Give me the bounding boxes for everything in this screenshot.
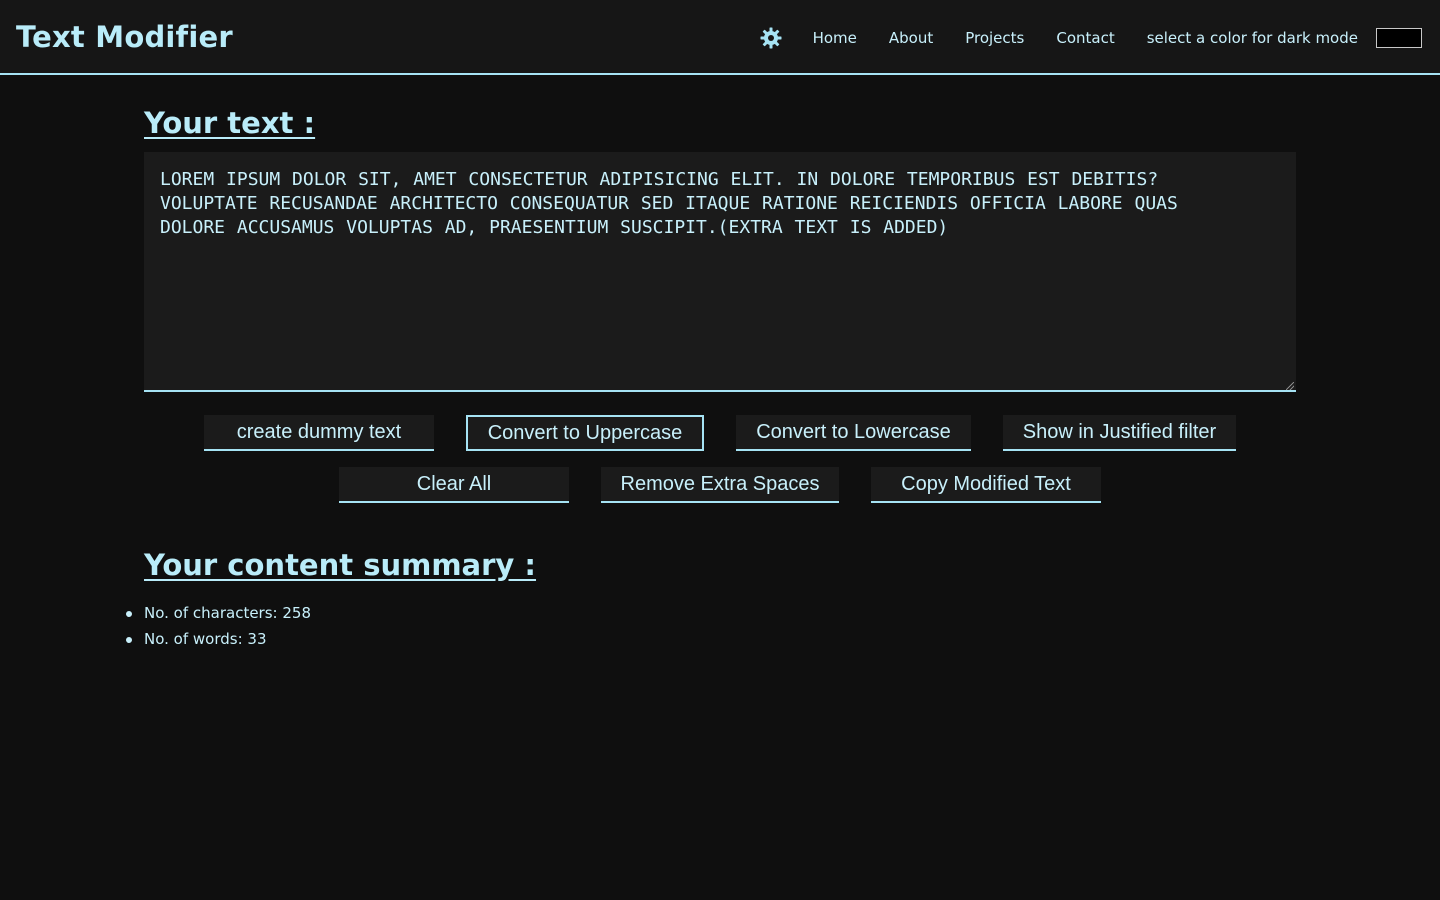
summary-title: Your content summary :: [144, 548, 537, 582]
action-buttons-row-2: Clear All Remove Extra Spaces Copy Modif…: [0, 467, 1440, 503]
nav-link-home[interactable]: Home: [813, 29, 857, 47]
navbar: Text Modifier Home About Projects Contac…: [0, 0, 1440, 75]
nav-menu: Home About Projects Contact select a col…: [759, 24, 1422, 52]
text-input-area[interactable]: LOREM IPSUM DOLOR SIT, AMET CONSECTETUR …: [144, 152, 1296, 392]
character-count: No. of characters: 258: [126, 600, 311, 626]
convert-lowercase-button[interactable]: Convert to Lowercase: [736, 415, 971, 451]
nav-link-projects[interactable]: Projects: [965, 29, 1024, 47]
dark-mode-label: select a color for dark mode: [1146, 29, 1358, 47]
summary-list: No. of characters: 258 No. of words: 33: [126, 600, 311, 652]
word-count: No. of words: 33: [126, 626, 311, 652]
clear-all-button[interactable]: Clear All: [339, 467, 569, 503]
dark-mode-color-picker[interactable]: [1376, 28, 1422, 48]
nav-link-about[interactable]: About: [889, 29, 933, 47]
brand-title[interactable]: Text Modifier: [16, 20, 233, 54]
copy-modified-text-button[interactable]: Copy Modified Text: [871, 467, 1101, 503]
justified-filter-button[interactable]: Show in Justified filter: [1003, 415, 1236, 451]
convert-uppercase-button[interactable]: Convert to Uppercase: [466, 415, 704, 451]
editor-title: Your text :: [144, 106, 316, 140]
create-dummy-text-button[interactable]: create dummy text: [204, 415, 434, 451]
gear-icon[interactable]: [759, 26, 783, 50]
action-buttons-row-1: create dummy text Convert to Uppercase C…: [0, 415, 1440, 451]
nav-link-contact[interactable]: Contact: [1056, 29, 1114, 47]
remove-extra-spaces-button[interactable]: Remove Extra Spaces: [601, 467, 839, 503]
